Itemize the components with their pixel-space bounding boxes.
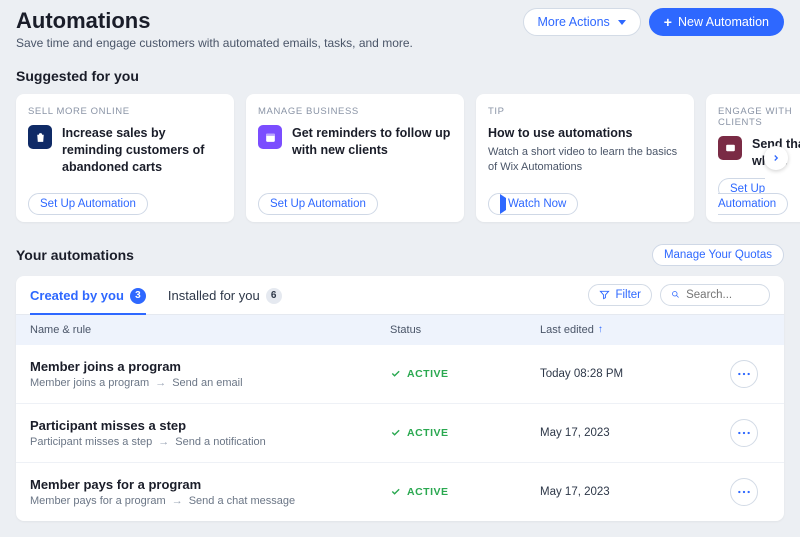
tabs-row: Created by you 3 Installed for you 6 Fil…	[16, 276, 784, 315]
automation-name: Member pays for a program	[30, 477, 390, 492]
card-eyebrow: MANAGE BUSINESS	[258, 106, 452, 117]
chevron-right-icon	[771, 153, 781, 163]
tab-label: Created by you	[30, 288, 124, 303]
new-automation-button[interactable]: + New Automation	[649, 8, 784, 36]
rule-trigger: Participant misses a step	[30, 436, 152, 448]
your-automations-heading: Your automations	[16, 247, 134, 263]
search-box[interactable]	[660, 284, 770, 306]
arrow-right-icon: →	[172, 495, 183, 507]
scroll-right-button[interactable]	[764, 146, 788, 170]
check-icon	[390, 368, 401, 379]
status-badge: ACTIVE	[390, 368, 540, 380]
tab-created-by-you[interactable]: Created by you 3	[30, 276, 146, 314]
table-row[interactable]: Participant misses a step Participant mi…	[16, 403, 784, 462]
check-icon	[390, 486, 401, 497]
ellipsis-icon	[737, 372, 751, 376]
watch-now-label: Watch Now	[508, 198, 566, 210]
ellipsis-icon	[737, 490, 751, 494]
watch-now-button[interactable]: Watch Now	[488, 193, 578, 215]
new-automation-label: New Automation	[678, 15, 769, 29]
sort-ascending-icon: ↑	[598, 324, 603, 335]
tab-label: Installed for you	[168, 288, 260, 303]
automation-rule: Member pays for a program → Send a chat …	[30, 495, 390, 507]
card-eyebrow: SELL MORE ONLINE	[28, 106, 222, 117]
suggested-row: SELL MORE ONLINE Increase sales by remin…	[16, 94, 784, 222]
status-label: ACTIVE	[407, 368, 449, 380]
card-title: Increase sales by reminding customers of…	[62, 125, 222, 176]
ellipsis-icon	[737, 431, 751, 435]
automation-rule: Participant misses a step → Send a notif…	[30, 436, 390, 448]
calendar-icon	[258, 125, 282, 149]
col-edited-header[interactable]: Last edited ↑	[540, 324, 730, 336]
col-edited-label: Last edited	[540, 324, 594, 336]
tab-count-badge: 3	[130, 288, 146, 304]
automations-table-card: Created by you 3 Installed for you 6 Fil…	[16, 276, 784, 521]
automation-rule: Member joins a program → Send an email	[30, 377, 390, 389]
tab-count-badge: 6	[266, 288, 282, 304]
header-actions: More Actions + New Automation	[523, 8, 784, 36]
rule-action: Send a chat message	[189, 495, 295, 507]
page-subtitle: Save time and engage customers with auto…	[16, 36, 413, 50]
rule-action: Send a notification	[175, 436, 266, 448]
last-edited: Today 08:28 PM	[540, 368, 730, 380]
suggested-card[interactable]: MANAGE BUSINESS Get reminders to follow …	[246, 94, 464, 222]
automation-name: Member joins a program	[30, 359, 390, 374]
setup-automation-button[interactable]: Set Up Automation	[258, 193, 378, 215]
suggested-card[interactable]: SELL MORE ONLINE Increase sales by remin…	[16, 94, 234, 222]
filter-button[interactable]: Filter	[588, 284, 652, 306]
more-actions-label: More Actions	[538, 15, 610, 29]
card-eyebrow: ENGAGE WITH CLIENTS	[718, 106, 800, 128]
table-header: Name & rule Status Last edited ↑	[16, 315, 784, 345]
last-edited: May 17, 2023	[540, 486, 730, 498]
search-icon	[671, 289, 680, 300]
manage-quotas-button[interactable]: Manage Your Quotas	[652, 244, 784, 266]
card-title: Get reminders to follow up with new clie…	[292, 125, 452, 159]
card-description: Watch a short video to learn the basics …	[488, 145, 682, 175]
suggested-card[interactable]: TIP How to use automations Watch a short…	[476, 94, 694, 222]
last-edited: May 17, 2023	[540, 427, 730, 439]
search-input[interactable]	[686, 289, 759, 301]
rule-trigger: Member pays for a program	[30, 495, 166, 507]
more-actions-button[interactable]: More Actions	[523, 8, 641, 36]
table-body: Member joins a program Member joins a pr…	[16, 345, 784, 521]
card-eyebrow: TIP	[488, 106, 682, 117]
col-name-header[interactable]: Name & rule	[30, 324, 390, 336]
table-row[interactable]: Member joins a program Member joins a pr…	[16, 345, 784, 403]
rule-action: Send an email	[172, 377, 242, 389]
card-title: How to use automations	[488, 125, 682, 142]
page-header: Automations Save time and engage custome…	[16, 0, 784, 50]
status-label: ACTIVE	[407, 486, 449, 498]
status-badge: ACTIVE	[390, 427, 540, 439]
chat-icon	[718, 136, 742, 160]
table-row[interactable]: Member pays for a program Member pays fo…	[16, 462, 784, 521]
filter-label: Filter	[615, 289, 641, 301]
tab-installed-for-you[interactable]: Installed for you 6	[168, 276, 282, 314]
col-status-header[interactable]: Status	[390, 324, 540, 336]
page-title: Automations	[16, 8, 413, 34]
setup-automation-button[interactable]: Set Up Automation	[28, 193, 148, 215]
filter-icon	[599, 289, 610, 300]
suggested-heading: Suggested for you	[16, 68, 784, 84]
status-badge: ACTIVE	[390, 486, 540, 498]
plus-icon: +	[664, 15, 672, 29]
chevron-down-icon	[618, 20, 626, 25]
header-title-block: Automations Save time and engage custome…	[16, 8, 413, 50]
row-more-button[interactable]	[730, 360, 758, 388]
row-more-button[interactable]	[730, 419, 758, 447]
arrow-right-icon: →	[158, 436, 169, 448]
status-label: ACTIVE	[407, 427, 449, 439]
arrow-right-icon: →	[155, 377, 166, 389]
automation-name: Participant misses a step	[30, 418, 390, 433]
setup-automation-button[interactable]: Set Up Automation	[718, 178, 788, 215]
shopping-bag-icon	[28, 125, 52, 149]
check-icon	[390, 427, 401, 438]
rule-trigger: Member joins a program	[30, 377, 149, 389]
play-icon	[500, 194, 506, 214]
